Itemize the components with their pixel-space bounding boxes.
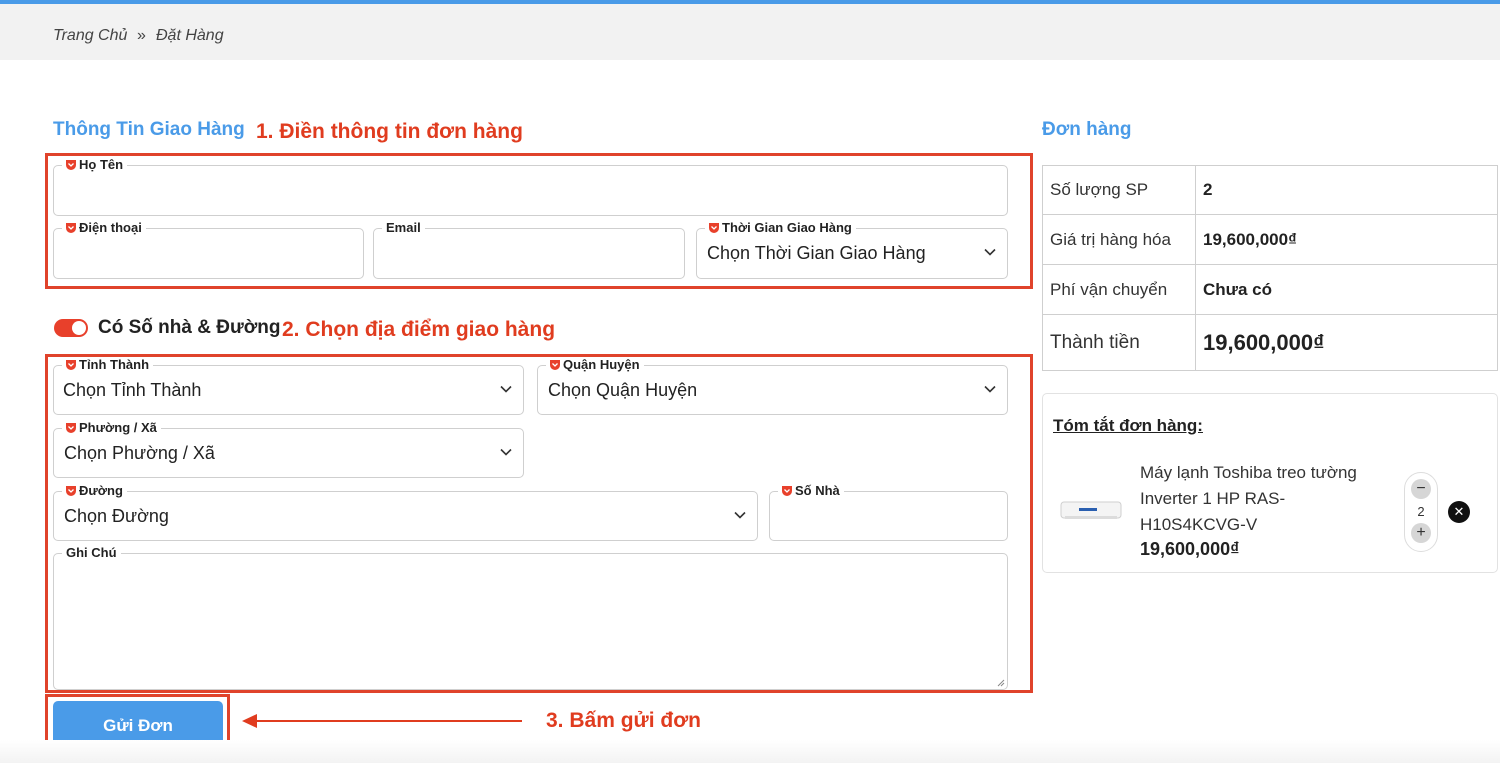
breadcrumb-home[interactable]: Trang Chủ: [53, 27, 127, 45]
page-bottom-shade: [0, 740, 1500, 763]
product-price: 19,600,000₫: [1140, 539, 1240, 559]
row-label: Giá trị hàng hóa: [1042, 214, 1196, 265]
delivery-time-value: Chọn Thời Gian Giao Hàng: [707, 243, 926, 263]
step1-annotation: 1. Điền thông tin đơn hàng: [256, 120, 523, 143]
ward-label: Phường / Xã: [62, 421, 161, 435]
breadcrumb-current: Đặt Hàng: [156, 27, 224, 44]
required-icon: [709, 223, 719, 233]
row-value: Chưa có: [1195, 264, 1498, 315]
district-value: Chọn Quận Huyện: [548, 380, 698, 400]
ward-select[interactable]: Phường / Xã Chọn Phường / Xã: [53, 421, 524, 478]
province-value: Chọn Tỉnh Thành: [63, 380, 202, 400]
street-select[interactable]: Đường Chọn Đường: [53, 484, 758, 541]
remove-item-icon[interactable]: ✕: [1448, 501, 1470, 523]
quantity-value: 2: [1417, 504, 1425, 519]
summary-title: Tóm tắt đơn hàng:: [1053, 416, 1203, 435]
district-label: Quận Huyện: [546, 358, 644, 372]
name-field[interactable]: Họ Tên: [53, 158, 1008, 216]
row-value: 2: [1195, 165, 1498, 215]
address-toggle[interactable]: [54, 319, 88, 337]
required-icon: [66, 423, 76, 433]
order-title: Đơn hàng: [1042, 119, 1132, 140]
breadcrumb: Trang Chủ » Đặt Hàng: [0, 4, 1500, 60]
row-label: Phí vận chuyển: [1042, 264, 1196, 315]
plus-icon[interactable]: +: [1411, 523, 1431, 543]
breadcrumb-separator: »: [137, 27, 146, 44]
chevron-down-icon: [500, 448, 512, 456]
table-row: Phí vận chuyển Chưa có: [1042, 264, 1498, 315]
note-label: Ghi Chú: [62, 546, 121, 560]
quantity-stepper: − 2 +: [1404, 472, 1438, 552]
required-icon: [66, 360, 76, 370]
total-value: 19,600,000₫: [1195, 314, 1498, 371]
required-icon: [66, 160, 76, 170]
street-label: Đường: [62, 484, 127, 498]
order-summary-table: Số lượng SP 2 Giá trị hàng hóa 19,600,00…: [1042, 165, 1498, 371]
step3-annotation: 3. Bấm gửi đơn: [546, 709, 701, 732]
house-number-label: Số Nhà: [778, 484, 844, 498]
chevron-down-icon: [984, 385, 996, 393]
resize-handle-icon[interactable]: [995, 677, 1005, 687]
chevron-down-icon: [734, 511, 746, 519]
shipping-info-title: Thông Tin Giao Hàng: [53, 119, 245, 140]
required-icon: [66, 223, 76, 233]
chevron-down-icon: [984, 248, 996, 256]
province-select[interactable]: Tỉnh Thành Chọn Tỉnh Thành: [53, 358, 524, 415]
step2-annotation: 2. Chọn địa điểm giao hàng: [282, 318, 556, 341]
arrow-left-icon: [242, 714, 522, 728]
table-row: Số lượng SP 2: [1042, 165, 1498, 215]
province-label: Tỉnh Thành: [62, 358, 154, 372]
required-icon: [66, 486, 76, 496]
table-row: Giá trị hàng hóa 19,600,000₫: [1042, 214, 1498, 265]
phone-label: Điện thoại: [62, 221, 146, 235]
note-textarea[interactable]: Ghi Chú: [53, 546, 1008, 690]
district-select[interactable]: Quận Huyện Chọn Quận Huyện: [537, 358, 1008, 415]
delivery-time-select[interactable]: Thời Gian Giao Hàng Chọn Thời Gian Giao …: [696, 221, 1008, 279]
product-thumbnail: [1060, 501, 1122, 519]
order-summary-card: Tóm tắt đơn hàng: Máy lạnh Toshiba treo …: [1042, 393, 1498, 573]
chevron-down-icon: [500, 385, 512, 393]
product-name[interactable]: Máy lạnh Toshiba treo tường Inverter 1 H…: [1140, 460, 1390, 538]
email-field[interactable]: Email: [373, 221, 685, 279]
house-number-field[interactable]: Số Nhà: [769, 484, 1008, 541]
required-icon: [550, 360, 560, 370]
name-label: Họ Tên: [62, 158, 128, 172]
row-value: 19,600,000₫: [1195, 214, 1498, 265]
delivery-time-label: Thời Gian Giao Hàng: [705, 221, 856, 235]
ward-value: Chọn Phường / Xã: [64, 443, 215, 463]
required-icon: [782, 486, 792, 496]
row-label: Thành tiền: [1042, 314, 1196, 371]
table-row: Thành tiền 19,600,000₫: [1042, 314, 1498, 371]
minus-icon[interactable]: −: [1411, 479, 1431, 499]
address-toggle-label: Có Số nhà & Đường: [98, 317, 281, 338]
street-value: Chọn Đường: [64, 506, 169, 526]
row-label: Số lượng SP: [1042, 165, 1196, 215]
phone-field[interactable]: Điện thoại: [53, 221, 364, 279]
email-label: Email: [382, 221, 425, 235]
